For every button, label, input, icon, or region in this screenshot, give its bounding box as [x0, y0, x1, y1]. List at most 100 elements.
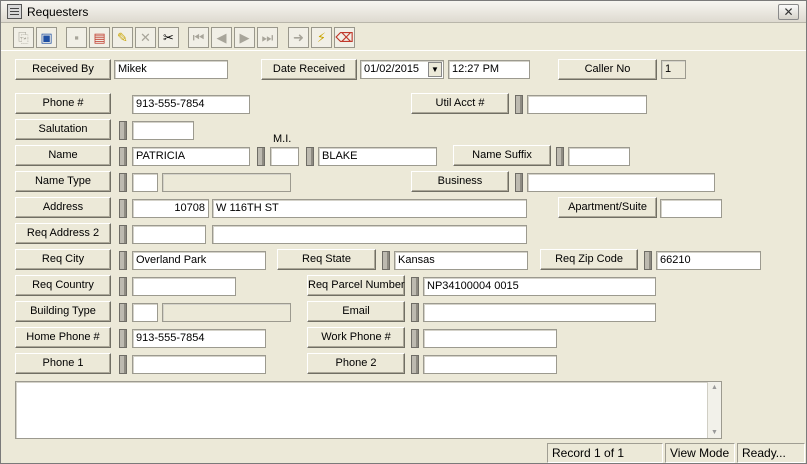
previous-record-button[interactable]: ◀: [211, 27, 232, 48]
business-field[interactable]: [527, 173, 715, 192]
req-state-indicator[interactable]: [382, 251, 390, 270]
app-icon: [7, 4, 22, 19]
req-zip-code-field[interactable]: 66210: [656, 251, 761, 270]
time-received-field[interactable]: 12:27 PM: [448, 60, 530, 79]
req-city-button[interactable]: Req City: [15, 249, 111, 270]
scroll-up-icon[interactable]: ▲: [711, 384, 718, 391]
req-country-field[interactable]: [132, 277, 236, 296]
first-record-button[interactable]: ⏮: [188, 27, 209, 48]
date-received-dropdown[interactable]: 01/02/2015 ▼: [360, 60, 444, 79]
phone1-field[interactable]: [132, 355, 266, 374]
received-by-button[interactable]: Received By: [15, 59, 111, 80]
first-name-field[interactable]: PATRICIA: [132, 147, 250, 166]
building-type-button[interactable]: Building Type: [15, 301, 111, 322]
util-acct-indicator[interactable]: [515, 95, 523, 114]
save-button[interactable]: ▪: [66, 27, 87, 48]
cut-button[interactable]: ✂: [158, 27, 179, 48]
eraser-icon: ⌫: [335, 30, 354, 45]
req-zip-code-button[interactable]: Req Zip Code: [540, 249, 638, 270]
copy-button[interactable]: ⎘: [13, 27, 34, 48]
util-acct-field[interactable]: [527, 95, 647, 114]
books-button[interactable]: ▤: [89, 27, 110, 48]
apartment-suite-field[interactable]: [660, 199, 722, 218]
email-button[interactable]: Email: [307, 301, 405, 322]
delete-button[interactable]: ✕: [135, 27, 156, 48]
req-zip-indicator[interactable]: [644, 251, 652, 270]
requesters-window: Requesters ✕ ⎘ ▣ ▪ ▤ ✎ ✕ ✂ ⏮ ◀ ▶ ⏭ ➜ ⚡ ⌫…: [0, 0, 807, 464]
name-button[interactable]: Name: [15, 145, 111, 166]
req-country-button[interactable]: Req Country: [15, 275, 111, 296]
home-phone-button[interactable]: Home Phone #: [15, 327, 111, 348]
copy-icon: ⎘: [18, 30, 29, 45]
last-record-button[interactable]: ⏭: [257, 27, 278, 48]
building-type-code-field[interactable]: [132, 303, 158, 322]
address-number-field[interactable]: 10708: [132, 199, 209, 218]
req-city-field[interactable]: Overland Park: [132, 251, 266, 270]
salutation-indicator[interactable]: [119, 121, 127, 140]
req-address2-button[interactable]: Req Address 2: [15, 223, 111, 244]
notes-scrollbar[interactable]: ▲ ▼: [707, 382, 721, 438]
lightning-button[interactable]: ⚡: [311, 27, 332, 48]
work-phone-button[interactable]: Work Phone #: [307, 327, 405, 348]
phone2-field[interactable]: [423, 355, 557, 374]
salutation-field[interactable]: [132, 121, 194, 140]
util-acct-button[interactable]: Util Acct #: [411, 93, 509, 114]
business-button[interactable]: Business: [411, 171, 509, 192]
work-phone-indicator[interactable]: [411, 329, 419, 348]
business-indicator[interactable]: [515, 173, 523, 192]
phone2-indicator[interactable]: [411, 355, 419, 374]
mi-indicator[interactable]: [257, 147, 265, 166]
phone-button[interactable]: Phone #: [15, 93, 111, 114]
edit-button[interactable]: ✎: [112, 27, 133, 48]
building-type-indicator[interactable]: [119, 303, 127, 322]
req-address2-b-field[interactable]: [212, 225, 527, 244]
last-name-indicator[interactable]: [306, 147, 314, 166]
email-indicator[interactable]: [411, 303, 419, 322]
req-country-indicator[interactable]: [119, 277, 127, 296]
req-state-field[interactable]: Kansas: [394, 251, 528, 270]
address-button[interactable]: Address: [15, 197, 111, 218]
name-type-code-field[interactable]: [132, 173, 158, 192]
req-state-button[interactable]: Req State: [277, 249, 376, 270]
email-field[interactable]: [423, 303, 656, 322]
phone1-button[interactable]: Phone 1: [15, 353, 111, 374]
name-suffix-button[interactable]: Name Suffix: [453, 145, 551, 166]
apartment-suite-button[interactable]: Apartment/Suite: [558, 197, 657, 218]
received-by-field[interactable]: Mikek: [114, 60, 228, 79]
req-parcel-indicator[interactable]: [411, 277, 419, 296]
name-suffix-indicator[interactable]: [556, 147, 564, 166]
next-record-button[interactable]: ▶: [234, 27, 255, 48]
go-arrow-icon: ➜: [293, 30, 304, 45]
req-parcel-number-button[interactable]: Req Parcel Number: [307, 275, 405, 296]
home-phone-indicator[interactable]: [119, 329, 127, 348]
phone-field[interactable]: 913-555-7854: [132, 95, 250, 114]
notes-textarea[interactable]: ▲ ▼: [15, 381, 722, 439]
middle-initial-field[interactable]: [270, 147, 299, 166]
req-city-indicator[interactable]: [119, 251, 127, 270]
req-parcel-number-field[interactable]: NP34100004 0015: [423, 277, 656, 296]
name-indicator[interactable]: [119, 147, 127, 166]
date-received-button[interactable]: Date Received: [261, 59, 357, 80]
home-phone-field[interactable]: 913-555-7854: [132, 329, 266, 348]
close-button[interactable]: ✕: [778, 4, 799, 20]
work-phone-field[interactable]: [423, 329, 557, 348]
phone2-button[interactable]: Phone 2: [307, 353, 405, 374]
req-address2-a-field[interactable]: [132, 225, 206, 244]
name-type-button[interactable]: Name Type: [15, 171, 111, 192]
caller-no-button[interactable]: Caller No: [558, 59, 657, 80]
req-address2-indicator[interactable]: [119, 225, 127, 244]
go-button[interactable]: ➜: [288, 27, 309, 48]
pencil-edit-icon: ✎: [117, 30, 128, 45]
address-indicator[interactable]: [119, 199, 127, 218]
scroll-down-icon[interactable]: ▼: [711, 429, 718, 436]
open-record-button[interactable]: ▣: [36, 27, 57, 48]
last-name-field[interactable]: BLAKE: [318, 147, 437, 166]
salutation-button[interactable]: Salutation: [15, 119, 111, 140]
chevron-down-icon[interactable]: ▼: [428, 62, 442, 77]
address-street-field[interactable]: W 116TH ST: [212, 199, 527, 218]
name-type-indicator[interactable]: [119, 173, 127, 192]
name-suffix-field[interactable]: [568, 147, 630, 166]
next-record-icon: ▶: [239, 30, 250, 45]
eraser-button[interactable]: ⌫: [334, 27, 355, 48]
phone1-indicator[interactable]: [119, 355, 127, 374]
